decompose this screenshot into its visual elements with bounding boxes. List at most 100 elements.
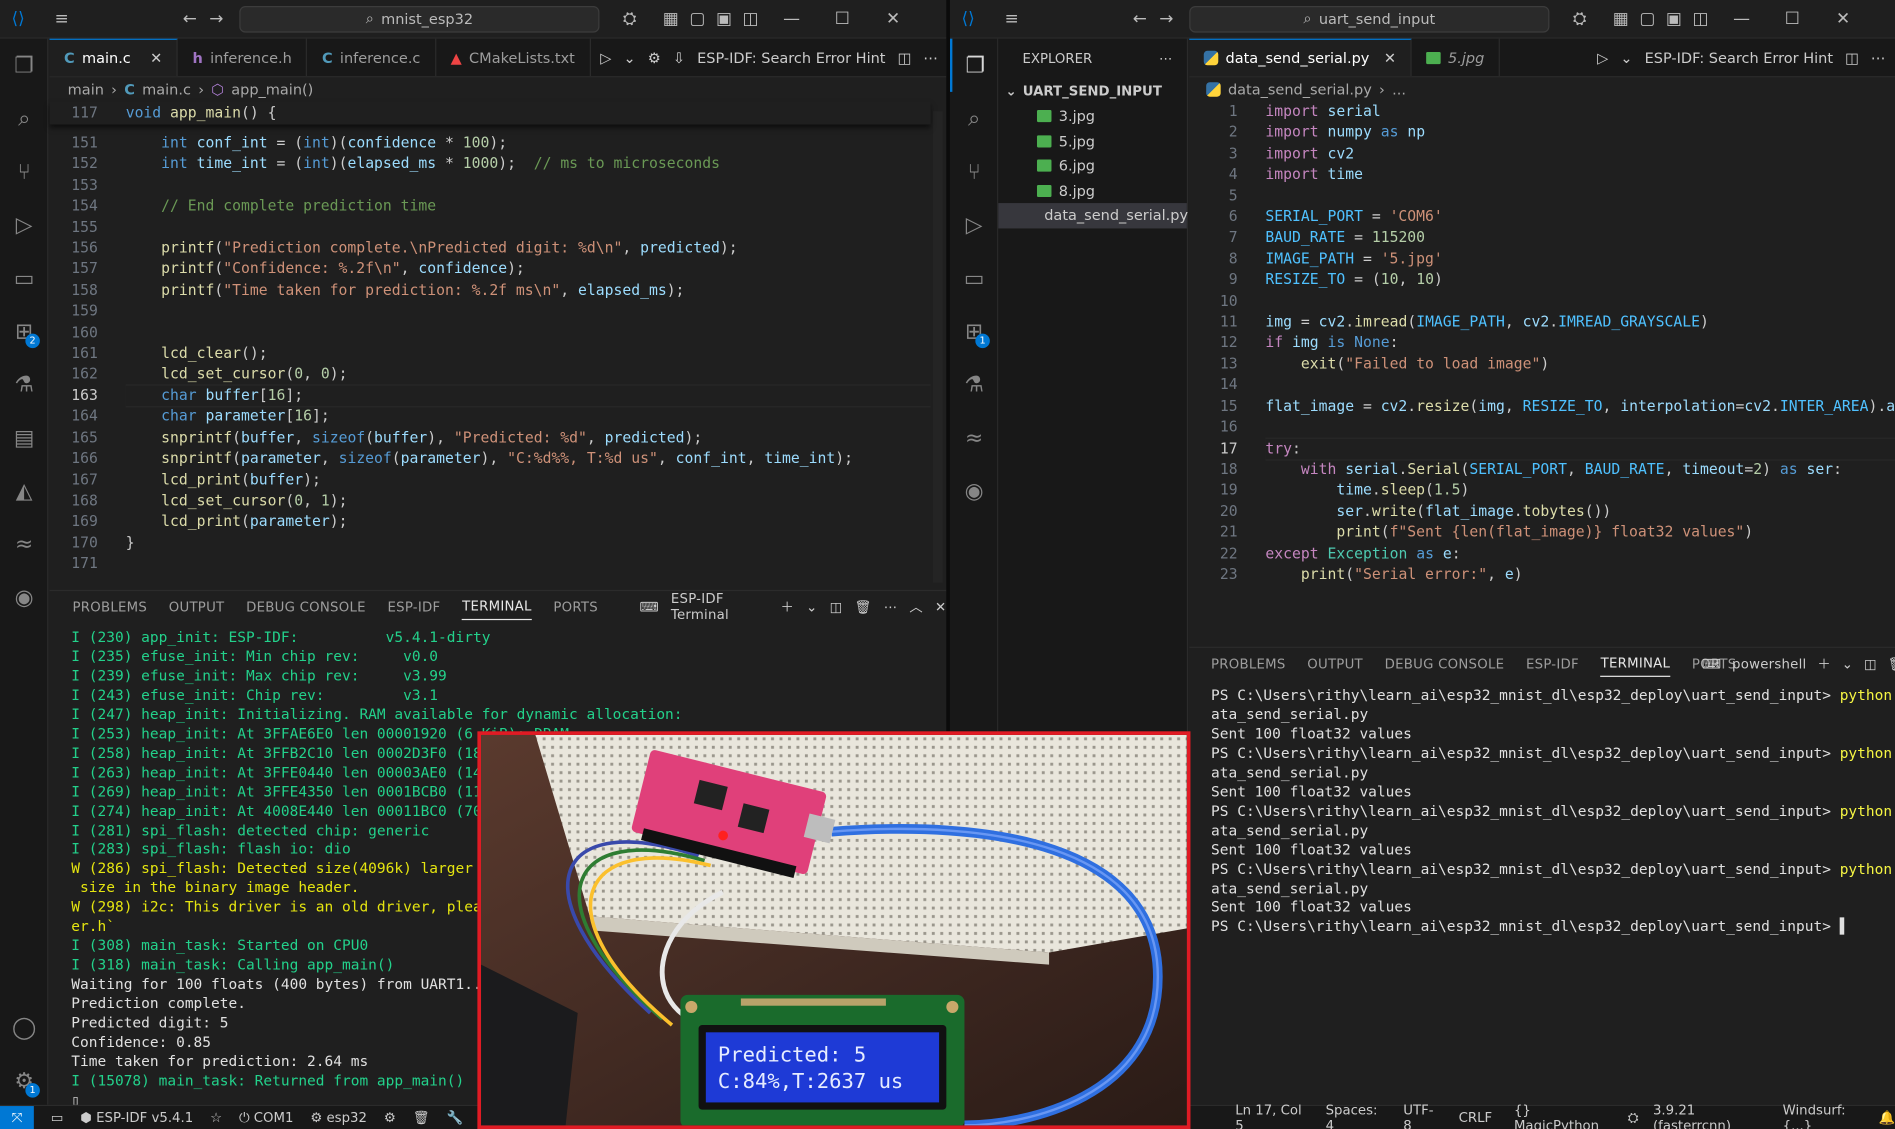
code-line[interactable]: lcd_set_cursor(0, 0); [126,364,931,385]
tab-data-send-serial[interactable]: data_send_serial.py ✕ [1189,38,1412,77]
source-control-icon[interactable]: ⑂ [0,145,48,198]
code-line[interactable]: snprintf(buffer, sizeof(buffer), "Predic… [126,428,931,449]
search-error-hint-button[interactable]: ESP-IDF: Search Error Hint [697,49,885,66]
maximize-icon[interactable]: ☐ [829,9,856,28]
explorer-file-3-jpg[interactable]: 3.jpg [998,104,1187,129]
maximize-panel-icon[interactable]: ︿ [909,597,923,616]
eol-item[interactable]: CRLF [1459,1110,1493,1126]
flash-icon[interactable]: ⇩ [673,49,685,66]
build-wrench-icon[interactable]: 🔧 [447,1110,464,1126]
tab-cmakelists[interactable]: ▲ CMakeLists.txt [436,38,591,77]
target-chip-item[interactable]: ⚙ esp32 [310,1110,367,1126]
testing-icon[interactable]: ⚗ [950,358,998,411]
code-line[interactable]: time.sleep(1.5) [1265,480,1895,501]
code-line[interactable] [1265,375,1895,396]
left-scrollbar[interactable] [933,111,943,583]
panel-tab-problems[interactable]: PROBLEMS [1211,656,1285,672]
toggle-sidebar-icon[interactable]: ▢ [684,9,711,28]
command-search-input[interactable]: ⌕ mnist_esp32 [239,5,600,33]
more-actions-icon[interactable]: ⋯ [1159,50,1172,66]
platformio-icon[interactable]: ◉ [0,571,48,624]
close-window-icon[interactable]: ✕ [1830,9,1857,28]
search-view-icon[interactable]: ⌕ [950,92,998,145]
panel-tab-debug-console[interactable]: DEBUG CONSOLE [246,599,366,615]
breadcrumb-file[interactable]: main.c [142,81,191,98]
search-error-hint-button[interactable]: ESP-IDF: Search Error Hint [1645,49,1833,66]
code-line[interactable]: print("Serial error:", e) [1265,564,1895,585]
remote-explorer-icon[interactable]: ▭ [0,251,48,304]
code-line[interactable] [126,554,931,575]
panel-tab-ports[interactable]: PORTS [553,599,598,615]
extensions-icon[interactable]: ⊞ 2 [0,305,48,358]
windsurf-icon[interactable]: ≈ [0,517,48,570]
star-icon[interactable]: ☆ [210,1110,222,1126]
com-port-item[interactable]: ⏻ COM1 [239,1109,293,1126]
python-interpreter-item[interactable]: 3.9.21 (fasterrcnn) [1653,1102,1761,1129]
minimize-icon[interactable]: — [1728,9,1755,28]
panel-tab-terminal[interactable]: TERMINAL [462,598,532,621]
toggle-secondary-sidebar-icon[interactable]: ◫ [737,9,764,28]
trash-icon[interactable]: 🗑 [1888,656,1895,672]
menuconfig-gear-icon[interactable]: ⚙ [384,1110,396,1126]
more-actions-icon[interactable]: ⋯ [1871,49,1886,66]
clipboard-icon[interactable]: ▤ [0,411,48,464]
code-line[interactable]: img = cv2.imread(IMAGE_PATH, cv2.IMREAD_… [1265,312,1895,333]
code-line[interactable]: char buffer[16]; [125,384,931,408]
chevron-down-icon[interactable]: ⌄ [1620,49,1632,66]
espidf-icon[interactable]: ◭ [0,464,48,517]
split-editor-icon[interactable]: ◫ [1845,49,1859,66]
source-control-icon[interactable]: ⑂ [950,145,998,198]
tab-5-jpg[interactable]: 5.jpg [1412,38,1501,77]
explorer-folder[interactable]: ⌄ UART_SEND_INPUT [998,77,1187,104]
split-terminal-icon[interactable]: ◫ [830,599,843,615]
code-line[interactable] [1265,291,1895,312]
forward-arrow-icon[interactable]: → [1153,9,1180,28]
code-line[interactable] [126,175,931,196]
split-terminal-icon[interactable]: ◫ [1864,656,1877,672]
windsurf-status-item[interactable]: Windsurf: {...} [1783,1102,1867,1129]
code-line[interactable] [126,322,931,343]
chevron-down-icon[interactable]: ⌄ [1842,656,1853,672]
close-panel-icon[interactable]: ✕ [935,599,946,615]
code-line[interactable] [1265,186,1895,207]
layout-customize-icon[interactable]: ▦ [657,9,684,28]
code-line[interactable]: SERIAL_PORT = 'COM6' [1265,207,1895,228]
notifications-bell-icon[interactable]: 🔔 [1879,1110,1895,1126]
new-terminal-icon[interactable]: ＋ [1817,654,1831,673]
panel-tab-debug-console[interactable]: DEBUG CONSOLE [1385,656,1505,672]
layout-customize-icon[interactable]: ▦ [1607,9,1634,28]
forward-arrow-icon[interactable]: → [203,9,230,28]
code-line[interactable]: IMAGE_PATH = '5.jpg' [1265,249,1895,270]
chevron-down-icon[interactable]: ⌄ [623,49,635,66]
breadcrumb-symbol[interactable]: app_main() [231,81,313,98]
code-line[interactable]: RESIZE_TO = (10, 10) [1265,270,1895,291]
code-line[interactable]: import numpy as np [1265,123,1895,144]
code-line[interactable]: int time_int = (int)(elapsed_ms * 1000);… [126,154,931,175]
minimize-icon[interactable]: — [778,9,805,28]
new-terminal-icon[interactable]: ＋ [780,597,794,616]
code-line[interactable]: printf("Prediction complete.\nPredicted … [126,238,931,259]
close-window-icon[interactable]: ✕ [880,9,907,28]
code-line[interactable]: import serial [1265,102,1895,123]
code-line[interactable]: lcd_clear(); [126,343,931,364]
panel-tab-output[interactable]: OUTPUT [1307,656,1363,672]
code-line[interactable]: printf("Confidence: %.2f\n", confidence)… [126,259,931,280]
chevron-down-icon[interactable]: ⌄ [806,599,817,615]
full-clean-trash-icon[interactable]: 🗑 [413,1110,430,1126]
code-line[interactable]: ser.write(flat_image.tobytes()) [1265,501,1895,522]
encoding-item[interactable]: UTF-8 [1403,1102,1437,1129]
more-actions-icon[interactable]: ⋯ [884,599,898,615]
copilot-icon[interactable]: ⛭ [1566,9,1593,28]
tab-main-c[interactable]: Cmain.c ✕ [49,38,179,77]
indentation-item[interactable]: Spaces: 4 [1326,1102,1382,1129]
right-code-editor[interactable]: import serial import numpy as np import cv… [1265,102,1895,586]
copilot-status-icon[interactable]: ⛭ [1628,1109,1639,1126]
espidf-version-item[interactable]: ⬢ ESP-IDF v5.4.1 [80,1110,193,1126]
code-line[interactable]: lcd_print(parameter); [126,512,931,533]
code-line[interactable]: import cv2 [1265,144,1895,165]
breadcrumb-file[interactable]: data_send_serial.py [1228,81,1372,98]
extensions-icon[interactable]: ⊞ 1 [950,305,998,358]
run-icon[interactable]: ▷ [600,49,611,66]
breadcrumb-folder[interactable]: main [68,81,104,98]
explorer-file-data-send-serial[interactable]: data_send_serial.py [998,203,1188,228]
